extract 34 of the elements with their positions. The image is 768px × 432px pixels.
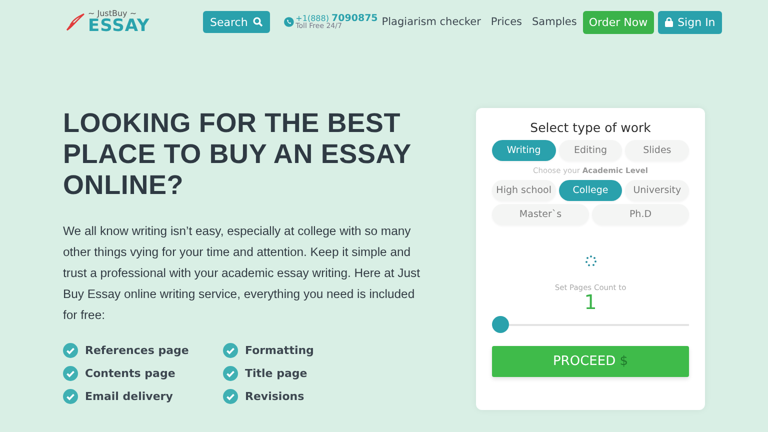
academic-level-option[interactable]: College [558,180,622,201]
sign-in-button[interactable]: Sign In [658,10,722,34]
work-type-option[interactable]: Writing [492,140,556,161]
feature-label: References page [85,344,189,357]
nav-link[interactable]: Plagiarism checker [382,16,481,28]
feature-label: Formatting [245,344,314,357]
phone-number[interactable]: +1(888) 7090875 [296,14,378,24]
quill-pen-icon [65,13,85,31]
academic-level-option[interactable]: Master`s [492,204,589,225]
feature-label: Contents page [85,367,176,380]
nav-link[interactable]: Samples [532,16,577,28]
academic-level-option[interactable]: High school [492,180,556,201]
hero-paragraph: We all know writing isn’t easy, especially at college with so many other things vying for your time and attention. Keep it simple and trust a professional with your academic essay writing. Here at Just Buy Essay online writing service, everything you need is included for free: [63,223,421,324]
loading-spinner-icon [584,255,596,267]
order-now-button[interactable]: Order Now [582,10,654,34]
phone-icon [284,15,294,29]
academic-level-option[interactable]: University [625,180,690,201]
lock-icon [664,17,673,27]
pages-count-value: 1 [584,292,597,312]
hero-heading: LOOKING FOR THE BEST PLACE TO BUY AN ESSAY ONLINE? [63,108,412,201]
logo-text: ESSAY [88,18,150,34]
search-icon [252,17,263,27]
slider-thumb[interactable] [492,316,509,333]
work-type-option[interactable]: Slides [625,140,690,161]
feature-label: Email delivery [85,390,173,403]
proceed-button[interactable]: PROCEED $ [492,346,689,377]
work-type-option[interactable]: Editing [558,140,622,161]
search-button[interactable]: Search [203,11,270,33]
logo-tagline: ~ JustBuy ~ [88,10,138,18]
academic-level-option[interactable]: Ph.D [592,204,689,225]
card-title: Select type of work [529,120,652,135]
feature-label: Title page [245,367,308,380]
feature-label: Revisions [245,390,304,403]
nav-link[interactable]: Prices [490,16,522,28]
